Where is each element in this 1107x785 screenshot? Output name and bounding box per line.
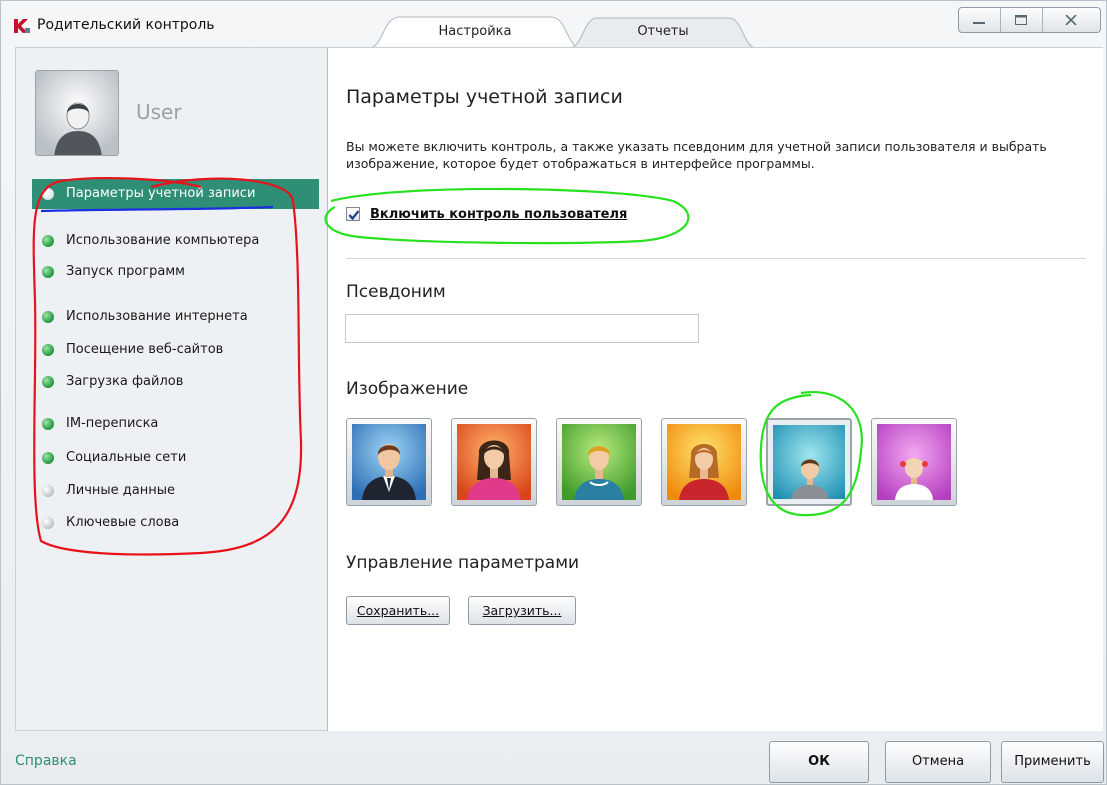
sidebar: User Параметры учетной записи Использова… [15, 47, 328, 731]
save-button[interactable]: Сохранить... [346, 596, 450, 625]
ok-button[interactable]: ОК [769, 741, 869, 783]
close-button[interactable] [1043, 8, 1100, 32]
status-dot-icon [42, 344, 54, 356]
enable-control-checkbox[interactable] [346, 207, 360, 221]
tab-reports-label: Отчеты [637, 24, 689, 39]
sidebar-item-label: Использование интернета [66, 309, 248, 324]
window: Родительский контроль Настройка Отчеты U… [0, 0, 1107, 785]
avatar-option-1[interactable] [346, 418, 432, 506]
tab-settings-label: Настройка [438, 24, 512, 39]
tab-settings[interactable]: Настройка [369, 16, 581, 48]
tab-reports[interactable]: Отчеты [569, 16, 757, 48]
sidebar-item-personal-data[interactable]: Личные данные [32, 476, 322, 506]
sidebar-item-im-messaging[interactable]: IM-переписка [32, 409, 322, 439]
sidebar-item-keywords[interactable]: Ключевые слова [32, 508, 322, 538]
window-controls [958, 7, 1101, 33]
sidebar-item-program-launch[interactable]: Запуск программ [32, 257, 322, 287]
sidebar-item-internet-usage[interactable]: Использование интернета [32, 302, 322, 332]
alias-input[interactable] [345, 314, 699, 343]
minimize-icon [973, 22, 986, 24]
sidebar-item-label: Личные данные [66, 483, 176, 498]
kaspersky-k-icon [14, 19, 30, 33]
help-link[interactable]: Справка [15, 753, 77, 769]
sidebar-item-social-networks[interactable]: Социальные сети [32, 443, 322, 473]
user-name: User [136, 100, 182, 124]
enable-control-label: Включить контроль пользователя [370, 207, 628, 222]
sidebar-item-label: Ключевые слова [66, 515, 180, 530]
man-suit-avatar-icon [352, 424, 426, 500]
status-dot-icon [42, 266, 54, 278]
status-dot-icon [42, 418, 54, 430]
status-dot-icon [42, 235, 54, 247]
status-dot-icon [42, 311, 54, 323]
status-dot-icon [42, 452, 54, 464]
maximize-icon [1015, 15, 1028, 25]
load-button[interactable]: Загрузить... [468, 596, 576, 625]
sidebar-item-account-settings[interactable]: Параметры учетной записи [32, 179, 319, 209]
user-avatar [35, 70, 119, 156]
girl-avatar-icon [667, 424, 741, 500]
window-title: Родительский контроль [37, 17, 215, 33]
sidebar-item-computer-usage[interactable]: Использование компьютера [32, 226, 322, 256]
image-label: Изображение [346, 379, 469, 399]
apply-button[interactable]: Применить [1001, 741, 1104, 783]
sidebar-item-label: Посещение веб-сайтов [66, 342, 224, 357]
main-content: Параметры учетной записи Вы можете включ… [328, 47, 1103, 731]
maximize-button[interactable] [1001, 8, 1043, 32]
sidebar-item-file-downloads[interactable]: Загрузка файлов [32, 367, 322, 397]
status-dot-icon [42, 485, 54, 497]
load-button-label: Загрузить... [482, 603, 562, 618]
user-silhouette-icon [36, 71, 118, 155]
avatar-option-6[interactable] [871, 418, 957, 506]
divider [346, 258, 1086, 259]
avatar-option-4[interactable] [661, 418, 747, 506]
checkmark-icon [348, 210, 360, 221]
description-text: Вы можете включить контроль, а также ука… [346, 139, 1047, 171]
minimize-button[interactable] [959, 8, 1001, 32]
avatar-option-3[interactable] [556, 418, 642, 506]
close-icon [1065, 15, 1077, 25]
sidebar-item-label: Запуск программ [66, 264, 185, 279]
sidebar-item-label: Параметры учетной записи [66, 186, 256, 201]
manage-settings-label: Управление параметрами [346, 553, 580, 573]
small-girl-avatar-icon [877, 424, 951, 500]
status-dot-icon [42, 188, 54, 200]
page-title: Параметры учетной записи [346, 86, 623, 108]
boy-avatar-icon [562, 424, 636, 500]
status-dot-icon [42, 376, 54, 388]
status-dot-icon [42, 517, 54, 529]
sidebar-item-label: Социальные сети [66, 450, 187, 465]
save-button-label: Сохранить... [356, 603, 440, 618]
child-avatar-icon [773, 425, 845, 499]
avatar-option-5[interactable] [766, 418, 852, 506]
sidebar-item-website-visits[interactable]: Посещение веб-сайтов [32, 335, 322, 365]
title-bar: Родительский контроль Настройка Отчеты [1, 1, 1107, 48]
sidebar-item-label: Использование компьютера [66, 233, 260, 248]
avatar-option-2[interactable] [451, 418, 537, 506]
woman-dark-hair-avatar-icon [457, 424, 531, 500]
cancel-button[interactable]: Отмена [885, 741, 991, 783]
sidebar-item-label: Загрузка файлов [66, 374, 184, 389]
alias-label: Псевдоним [346, 282, 446, 302]
sidebar-item-label: IM-переписка [66, 416, 159, 431]
